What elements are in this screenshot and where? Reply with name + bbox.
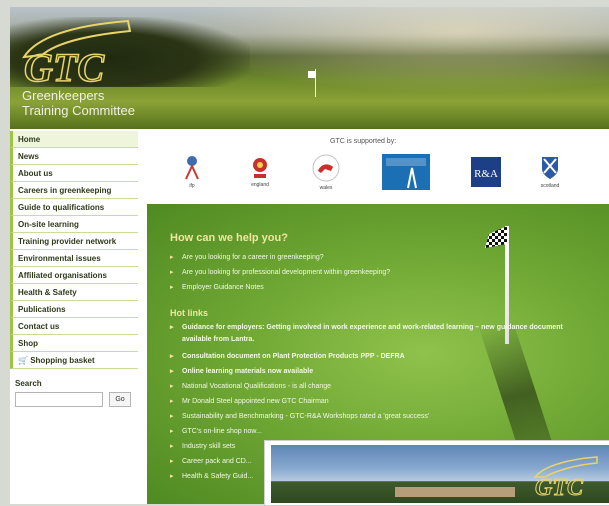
sponsor-scotland-name: scotland: [540, 183, 560, 189]
european-golf-icon: [382, 154, 430, 190]
search-row: Go: [10, 392, 138, 407]
logo-letters: GTC: [24, 45, 105, 87]
sponsor-england-name: england: [251, 182, 269, 188]
sponsor-wales[interactable]: wales: [304, 151, 348, 193]
nav-item-news[interactable]: News: [10, 148, 138, 165]
randa-icon: R&A: [471, 157, 501, 187]
golfer-icon: [185, 156, 199, 180]
hot-links-heading: Hot links: [170, 308, 209, 318]
svg-text:GTC: GTC: [535, 475, 584, 499]
nav-item-basket[interactable]: 🛒 Shopping basket: [10, 352, 138, 369]
sponsor-european-golf[interactable]: [378, 151, 434, 193]
dragon-icon: [312, 154, 340, 182]
help-list: Are you looking for a career in greenkee…: [170, 250, 500, 295]
help-link[interactable]: Are you looking for professional develop…: [170, 265, 500, 280]
sponsor-wales-name: wales: [319, 185, 333, 191]
sponsor-randa[interactable]: R&A: [464, 151, 508, 193]
gtc-logo-icon: GTC: [22, 19, 132, 91]
basket-label: Shopping basket: [30, 356, 95, 365]
hot-link[interactable]: GTC's on-line shop now...: [170, 424, 590, 439]
nav-item-environmental[interactable]: Environmental issues: [10, 250, 138, 267]
nav-item-home[interactable]: Home: [10, 131, 138, 148]
nav-item-careers[interactable]: Careers in greenkeeping: [10, 182, 138, 199]
help-link[interactable]: Are you looking for a career in greenkee…: [170, 250, 500, 265]
sponsor-england[interactable]: england: [238, 151, 282, 193]
supporters-logos: ifp england wales R&A scotland: [160, 149, 600, 197]
org-name: Greenkeepers Training Committee: [22, 88, 135, 118]
shield-icon: [542, 157, 558, 179]
hot-link[interactable]: Mr Donald Steel appointed new GTC Chairm…: [170, 394, 590, 409]
org-name-line1: Greenkeepers: [22, 88, 105, 103]
nav-item-training-provider[interactable]: Training provider network: [10, 233, 138, 250]
checkered-flag-icon: [485, 226, 507, 248]
overlay-buildings: [395, 487, 515, 497]
basket-icon: 🛒: [18, 356, 28, 365]
search-label: Search: [15, 379, 42, 388]
hot-link[interactable]: Online learning materials now available: [170, 364, 590, 379]
nav-item-shop[interactable]: Shop: [10, 335, 138, 352]
nav-item-on-site-learning[interactable]: On-site learning: [10, 216, 138, 233]
overlay-gtc-logo-icon: GTC: [533, 456, 598, 499]
gtc-logo[interactable]: GTC Greenkeepers Training Committee: [18, 17, 140, 121]
hot-link[interactable]: National Vocational Qualifications - is …: [170, 379, 590, 394]
nav-item-contact[interactable]: Contact us: [10, 318, 138, 335]
nav-item-affiliated[interactable]: Affiliated organisations: [10, 267, 138, 284]
header-banner: GTC Greenkeepers Training Committee: [10, 7, 609, 129]
banner-flag: [308, 71, 316, 78]
nav-item-guide-qualifications[interactable]: Guide to qualifications: [10, 199, 138, 216]
nav-item-publications[interactable]: Publications: [10, 301, 138, 318]
page: GTC Greenkeepers Training Committee Home…: [10, 7, 609, 504]
sidebar-nav: Home News About us Careers in greenkeepi…: [10, 131, 138, 407]
search-go-button[interactable]: Go: [109, 392, 131, 407]
rose-icon: [253, 158, 267, 178]
nav-item-health-safety[interactable]: Health & Safety: [10, 284, 138, 301]
sponsor-scotland[interactable]: scotland: [528, 151, 572, 193]
org-name-line2: Training Committee: [22, 103, 135, 118]
hot-link[interactable]: Guidance for employers: Getting involved…: [170, 322, 592, 346]
supporters-title: GTC is supported by:: [330, 138, 397, 145]
overlay-screenshot: GTC: [264, 440, 609, 506]
help-link[interactable]: Employer Guidance Notes: [170, 280, 500, 295]
svg-text:R&A: R&A: [474, 168, 498, 180]
sponsor-ifp[interactable]: ifp: [170, 151, 214, 193]
hot-link[interactable]: Sustainability and Benchmarking - GTC-R&…: [170, 409, 590, 424]
sponsor-ifp-name: ifp: [189, 183, 195, 189]
nav-item-about-us[interactable]: About us: [10, 165, 138, 182]
search-input[interactable]: [15, 392, 103, 407]
help-heading: How can we help you?: [170, 232, 288, 244]
hot-link[interactable]: Consultation document on Plant Protectio…: [170, 349, 590, 364]
